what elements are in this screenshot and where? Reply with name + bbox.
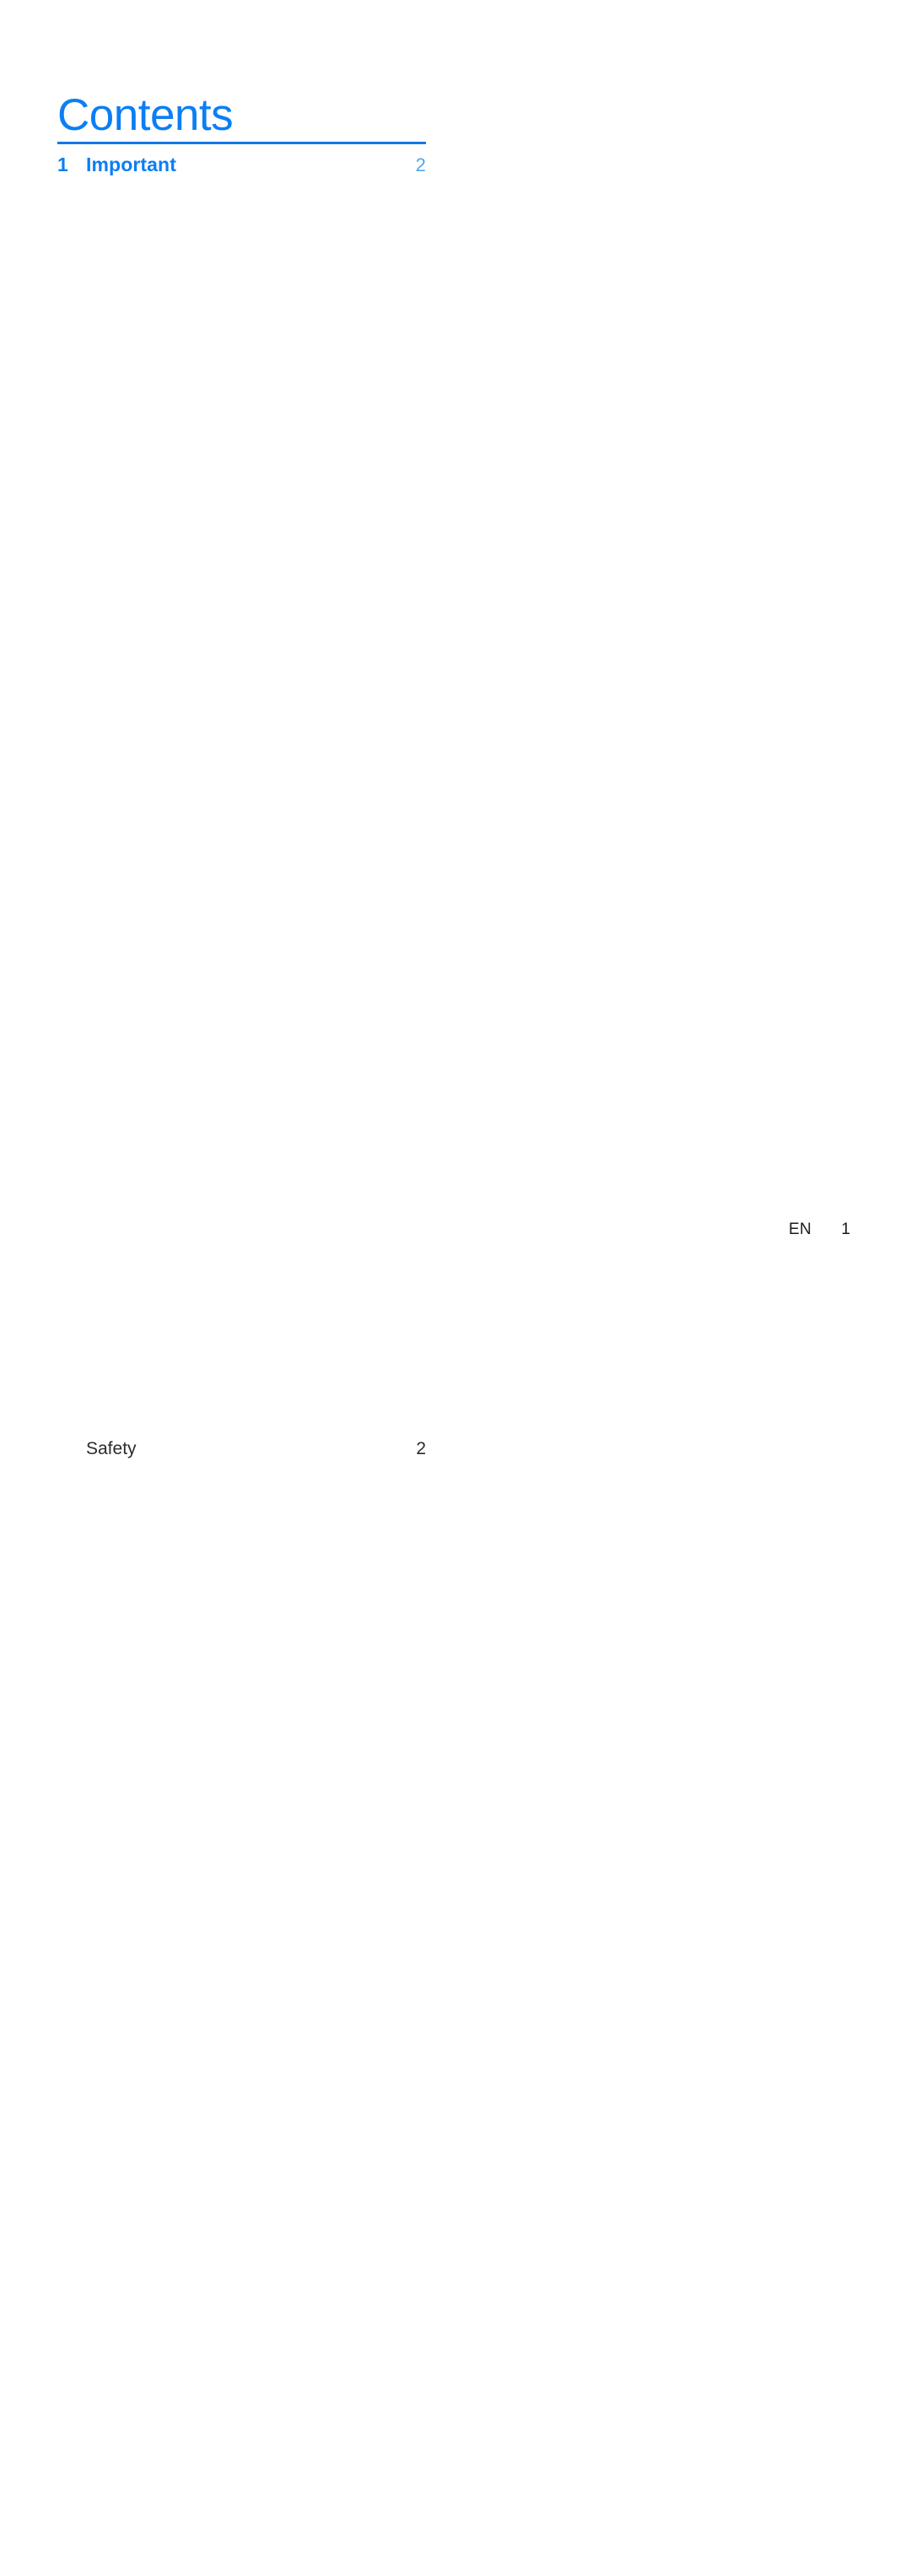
page-footer: EN 1 <box>789 1221 850 1239</box>
toc-entry-page-number: 2 <box>416 1439 426 1458</box>
toc-entry-row[interactable]: Safety 2 <box>57 1436 426 2576</box>
page-title: Contents <box>57 89 234 140</box>
toc-section-title: Important <box>86 154 176 175</box>
toc-section-row[interactable]: 1 Important 2 <box>57 148 426 1436</box>
toc-section-page-number: 2 <box>415 154 426 175</box>
footer-language-code: EN <box>789 1221 811 1238</box>
document-page: Contents 1Important2Safety2Notice22Your … <box>0 0 911 1458</box>
toc-section-number: 1 <box>57 154 68 175</box>
toc-group: 1Important2Safety2Notice2 <box>57 142 426 2576</box>
table-of-contents: 1Important2Safety2Notice22Your wireless … <box>57 142 426 2576</box>
toc-entry-title: Safety <box>86 1439 137 1458</box>
toc-group-body: 1Important2Safety2Notice2 <box>57 144 426 2576</box>
footer-page-number: 1 <box>841 1221 850 1238</box>
